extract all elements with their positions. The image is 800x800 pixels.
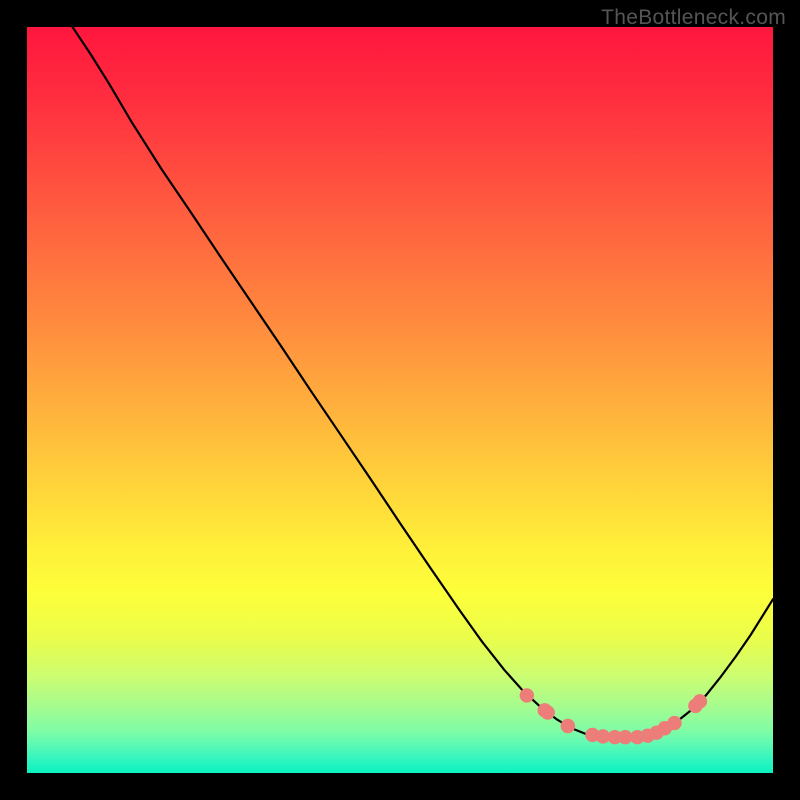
- chart-frame: TheBottleneck.com: [0, 0, 800, 800]
- curve-marker: [520, 688, 534, 702]
- plot-background: [27, 27, 773, 773]
- curve-marker: [541, 705, 555, 719]
- curve-marker: [561, 719, 575, 733]
- curve-marker: [667, 716, 681, 730]
- curve-marker: [693, 694, 707, 708]
- bottleneck-chart: [27, 27, 773, 773]
